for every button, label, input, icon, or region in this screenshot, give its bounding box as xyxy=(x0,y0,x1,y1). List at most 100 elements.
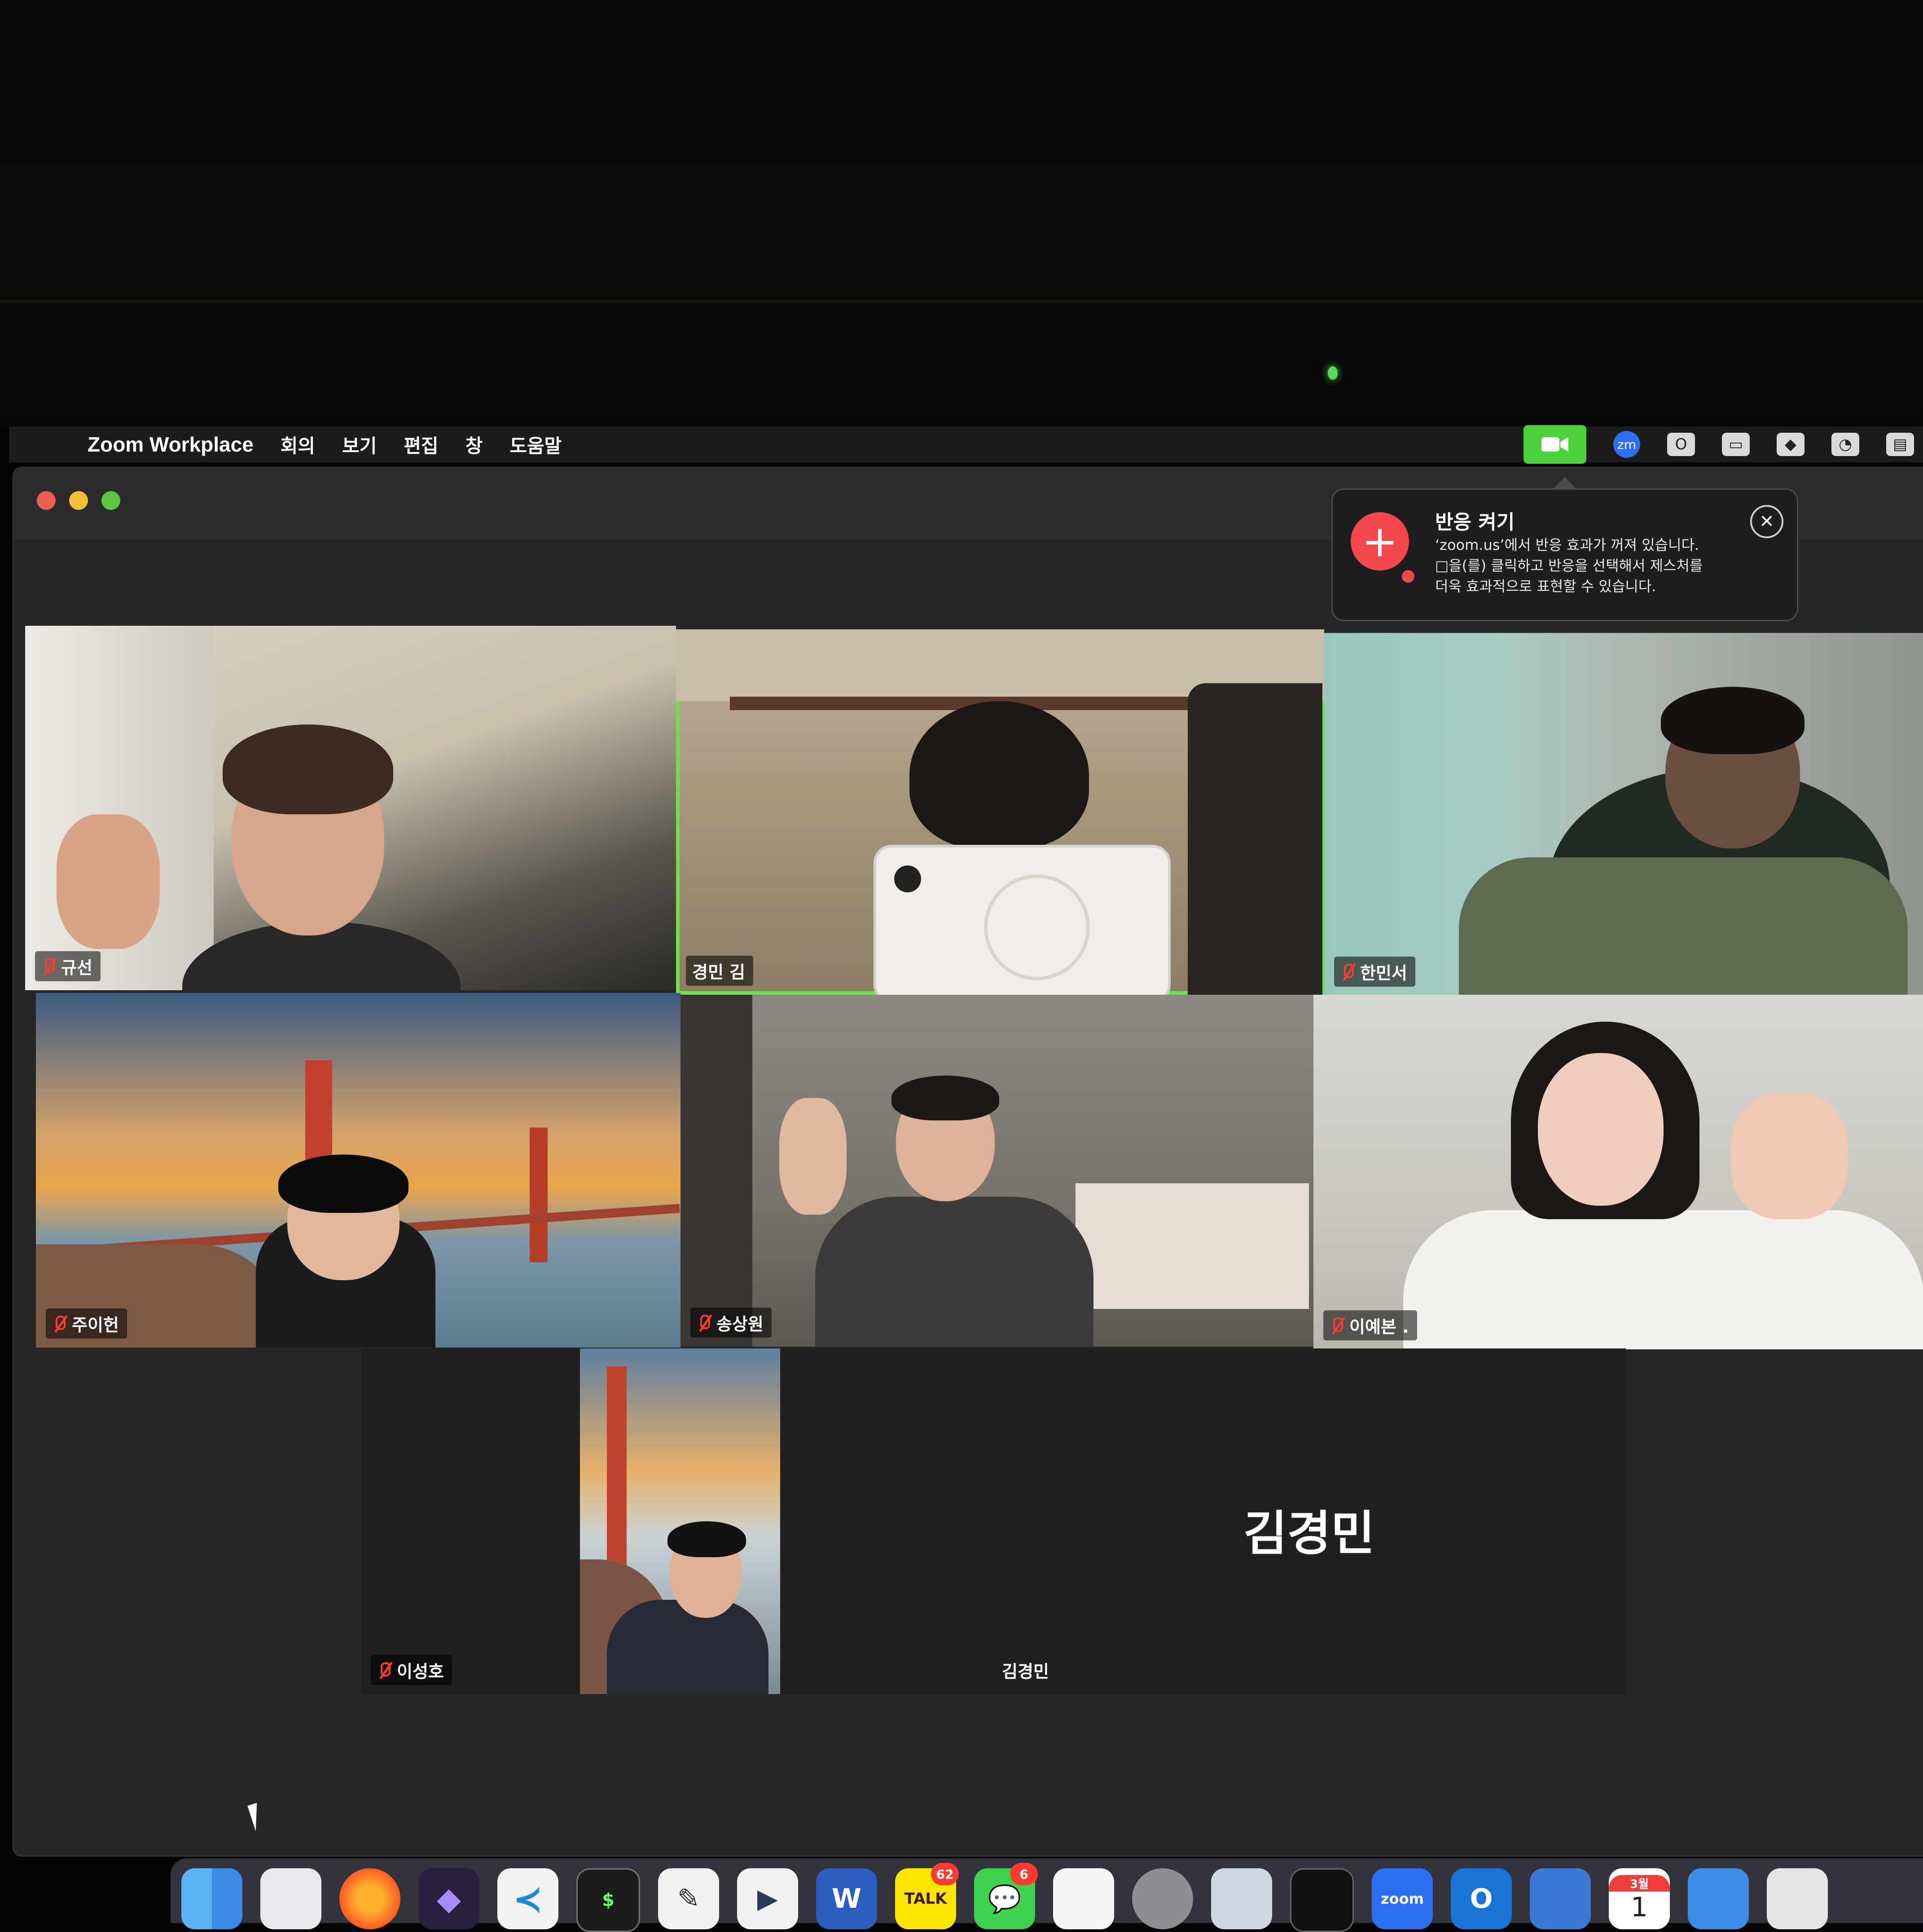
reaction-plus-icon: + xyxy=(1351,512,1409,571)
extra-status-icon[interactable]: ▤ xyxy=(1886,433,1914,456)
desk xyxy=(1076,1183,1309,1309)
white-jacket xyxy=(1403,1210,1923,1349)
participant-hair xyxy=(891,1076,999,1120)
video-tile-7[interactable]: 이성호 xyxy=(361,1348,780,1694)
peace-hand xyxy=(1731,1093,1848,1219)
menu-app-name[interactable]: Zoom Workplace xyxy=(88,432,254,457)
kakaotalk-icon[interactable]: TALK 62 xyxy=(895,1863,959,1929)
peace-hand xyxy=(779,1098,847,1215)
vscode-icon[interactable]: ≺ xyxy=(497,1868,558,1929)
camera-led xyxy=(1328,366,1338,380)
menu-meeting[interactable]: 회의 xyxy=(281,431,315,458)
participant-name: 이예본 . xyxy=(1349,1317,1409,1337)
menu-window[interactable]: 창 xyxy=(465,431,483,458)
zoom-dock-label: zoom xyxy=(1381,1890,1424,1907)
stack-icon[interactable] xyxy=(1767,1868,1828,1929)
bezel-edge xyxy=(0,300,1923,303)
kakaotalk-badge: 62 xyxy=(931,1863,959,1885)
participant-body xyxy=(607,1600,768,1694)
notification-body: ‘zoom.us’에서 반응 효과가 꺼져 있습니다. □을(를) 클릭하고 반… xyxy=(1435,535,1767,597)
keyboard-status-icon[interactable]: ▭ xyxy=(1722,433,1750,456)
participant-hair xyxy=(909,701,1089,849)
terminal-icon[interactable]: $ xyxy=(576,1868,640,1932)
participant-body xyxy=(815,1197,1093,1347)
bridge-tower xyxy=(607,1366,627,1591)
chat-status-icon[interactable]: ◔ xyxy=(1831,433,1859,456)
notification-pointer xyxy=(1553,477,1576,489)
participant-name: 송상원 xyxy=(716,1314,764,1334)
magsafe-ring xyxy=(984,874,1090,980)
messages-icon[interactable]: 💬 6 xyxy=(974,1863,1038,1929)
close-icon[interactable]: ✕ xyxy=(1750,505,1783,538)
video-tile-2-active[interactable]: 경민 김 xyxy=(676,629,1324,995)
participant-hair xyxy=(667,1521,746,1557)
reaction-dot-icon xyxy=(1400,568,1416,584)
participant-hair xyxy=(1661,687,1804,754)
firefox-icon[interactable] xyxy=(339,1868,400,1929)
peace-hand xyxy=(57,814,160,949)
menu-bar: Zoom Workplace 회의 보기 편집 창 도움말 zm O ▭ ◆ ◔… xyxy=(9,425,1923,464)
fullscreen-window-button[interactable] xyxy=(101,491,120,510)
close-window-button[interactable] xyxy=(37,491,56,510)
activity-monitor-icon[interactable] xyxy=(1290,1868,1354,1932)
video-tile-1[interactable]: 규선 xyxy=(25,626,676,990)
app-store-like-icon[interactable] xyxy=(1530,1868,1591,1929)
calendar-icon[interactable]: 3월 1 xyxy=(1609,1868,1670,1929)
zoom-dock-icon[interactable]: zoom xyxy=(1372,1868,1433,1929)
participant-name: 주이헌 xyxy=(72,1315,119,1335)
video-tile-3[interactable]: 한민서 xyxy=(1324,633,1923,996)
finder-icon[interactable] xyxy=(181,1868,242,1929)
shortcut-app-icon[interactable]: ▶ xyxy=(737,1868,798,1929)
zoom-menu-icon[interactable]: zm xyxy=(1613,431,1640,458)
shortcut-status-icon[interactable]: ◆ xyxy=(1777,433,1804,456)
zoom-camera-status-icon[interactable] xyxy=(1523,425,1586,464)
calendar-day: 1 xyxy=(1630,1891,1648,1923)
participant-name-label: 송상원 xyxy=(690,1308,772,1338)
video-tile-4[interactable]: 주이헌 xyxy=(36,993,681,1348)
preview-icon[interactable] xyxy=(1211,1868,1272,1929)
kakaotalk-label: TALK xyxy=(904,1890,947,1908)
participant-name-label: 한민서 xyxy=(1334,957,1415,987)
video-tile-6[interactable]: 이예본 . xyxy=(1313,995,1923,1349)
jacket xyxy=(1188,683,1322,995)
mic-muted-icon xyxy=(697,1314,710,1332)
freeform-icon[interactable]: ✎ xyxy=(658,1868,719,1929)
system-settings-icon[interactable] xyxy=(1132,1868,1193,1929)
menu-help[interactable]: 도움말 xyxy=(509,431,562,458)
monitor-bezel xyxy=(0,0,1923,426)
dock: ◆ ≺ $ ✎ ▶ W TALK 62 💬 6 zoom O 3월 1 xyxy=(171,1858,1923,1932)
video-off-display-name: 김경민 xyxy=(1243,1506,1375,1561)
participant-name: 이성호 xyxy=(397,1662,444,1682)
calendar-month: 3월 xyxy=(1609,1875,1670,1892)
participant-name: 규선 xyxy=(61,958,92,978)
obsidian-icon[interactable]: ◆ xyxy=(418,1868,479,1929)
mic-muted-icon xyxy=(41,957,55,975)
video-tile-8-video-off[interactable]: 김경민 xyxy=(780,1348,1626,1694)
mic-muted-icon xyxy=(52,1315,66,1333)
participant-hair xyxy=(223,724,393,814)
status-icons: zm O ▭ ◆ ◔ ▤ xyxy=(1523,425,1923,464)
participant-name: 경민 김 xyxy=(692,962,746,982)
mic-muted-icon xyxy=(377,1661,391,1679)
downloads-folder-icon[interactable] xyxy=(1688,1868,1749,1929)
participant-hair xyxy=(278,1155,408,1213)
phone-held xyxy=(874,845,1171,995)
video-tile-5[interactable]: 송상원 xyxy=(681,995,1313,1347)
participant-name-label: 규선 xyxy=(35,951,101,981)
notification-line-1: ‘zoom.us’에서 반응 효과가 꺼져 있습니다. xyxy=(1435,536,1699,553)
notification-line-2: □을(를) 클릭하고 반응을 선택해서 제스처를 xyxy=(1435,557,1703,574)
reactions-notification[interactable]: + 반응 켜기 ‘zoom.us’에서 반응 효과가 꺼져 있습니다. □을(를… xyxy=(1331,488,1798,621)
bridge-tower-far xyxy=(530,1128,548,1262)
minimize-window-button[interactable] xyxy=(69,491,88,510)
menu-view[interactable]: 보기 xyxy=(342,431,377,458)
word-icon[interactable]: W xyxy=(816,1868,877,1929)
outlook-status-icon[interactable]: O xyxy=(1667,433,1695,456)
mic-muted-icon xyxy=(1330,1317,1343,1335)
notification-line-3: 더욱 효과적으로 표현할 수 있습니다. xyxy=(1435,578,1656,595)
messages-badge: 6 xyxy=(1010,1863,1038,1885)
reminders-icon[interactable] xyxy=(1053,1868,1114,1929)
menu-edit[interactable]: 편집 xyxy=(404,431,438,458)
outlook-icon[interactable]: O xyxy=(1451,1868,1512,1929)
participant-name-label: 경민 김 xyxy=(686,956,754,986)
launchpad-icon[interactable] xyxy=(260,1868,321,1929)
